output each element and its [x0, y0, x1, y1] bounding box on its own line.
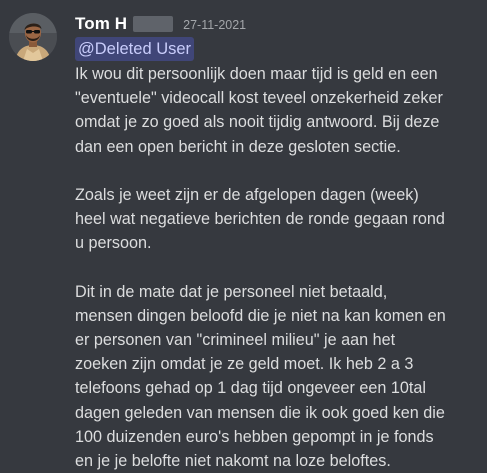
text-line: zoeken zijn omdat je ze geld moet. Ik he… — [75, 355, 414, 374]
text-line: mensen dingen beloofd die je niet na kan… — [75, 306, 446, 325]
text-line: dan een open bericht in deze gesloten se… — [75, 137, 401, 156]
timestamp: 27-11-2021 — [183, 18, 247, 32]
user-mention[interactable]: @Deleted User — [75, 37, 195, 61]
text-line: "eventuele" videocall kost teveel onzeke… — [75, 89, 443, 108]
paragraph-3: Dit in de mate dat je personeel niet bet… — [75, 280, 483, 473]
user-avatar-icon — [9, 13, 57, 61]
message-header: Tom H 27-11-2021 — [75, 13, 246, 35]
message-content: Ik wou dit persoonlijk doen maar tijd is… — [75, 62, 483, 473]
text-line: heel wat negatieve berichten de ronde ge… — [75, 210, 445, 229]
avatar[interactable] — [9, 13, 57, 61]
paragraph-1: Ik wou dit persoonlijk doen maar tijd is… — [75, 62, 483, 159]
text-line: dagen geleden van mensen die ik ook goed… — [75, 403, 445, 422]
text-line: Zoals je weet zijn er de afgelopen dagen… — [75, 185, 419, 204]
text-line: er personen van "crimineel milieu" je aa… — [75, 331, 396, 350]
text-line: Ik wou dit persoonlijk doen maar tijd is… — [75, 65, 438, 83]
text-line: omdat je zo goed als nooit tijdig antwoo… — [75, 113, 440, 132]
text-line: 100 duizenden euro's hebben gepompt in j… — [75, 427, 434, 446]
text-line: en je je belofte niet nakomt na loze bel… — [75, 452, 391, 470]
author-name[interactable]: Tom H — [75, 14, 127, 34]
text-line: telefoons gehad op 1 dag tijd ongeveer e… — [75, 379, 427, 398]
paragraph-2: Zoals je weet zijn er de afgelopen dagen… — [75, 183, 483, 256]
redaction-block — [133, 16, 174, 32]
text-line: u persoon. — [75, 234, 152, 253]
chat-message: Tom H 27-11-2021 @Deleted User Ik wou di… — [0, 0, 487, 470]
text-line: Dit in de mate dat je personeel niet bet… — [75, 282, 388, 301]
